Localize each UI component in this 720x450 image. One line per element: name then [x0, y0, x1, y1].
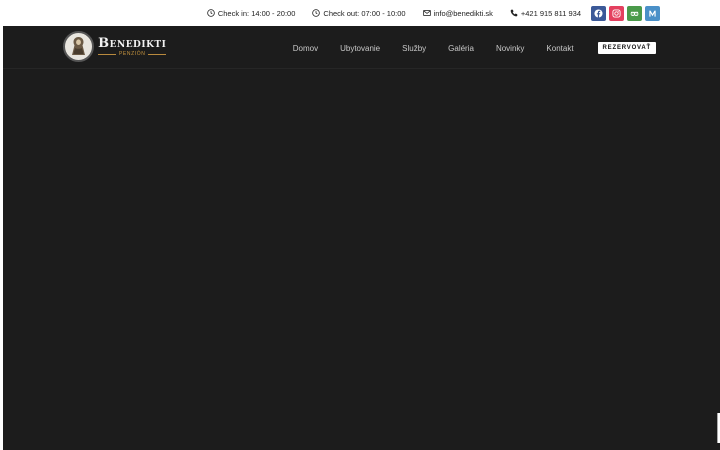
reserve-button[interactable]: REZERVOVAŤ [597, 42, 656, 54]
monk-emblem-icon [63, 31, 94, 62]
instagram-icon [612, 8, 621, 18]
email-text: info@benedikti.sk [433, 8, 493, 18]
checkin-text: Check in: 14:00 - 20:00 [217, 8, 296, 18]
main-navbar: Benedikti PENZIÓN Domov Ubytovanie Služb… [3, 26, 720, 69]
divider [148, 53, 167, 55]
logo-subtitle: PENZIÓN [98, 51, 167, 57]
phone-link[interactable]: +421 915 811 934 [510, 9, 581, 18]
envelope-icon [422, 10, 431, 16]
email-link[interactable]: info@benedikti.sk [422, 8, 493, 18]
phone-text: +421 915 811 934 [520, 8, 581, 18]
instagram-button[interactable] [609, 5, 624, 21]
clock-icon [312, 9, 321, 17]
m-button[interactable] [645, 5, 660, 21]
nav-item-ubytovanie[interactable]: Ubytovanie [340, 44, 380, 53]
top-info-bar: Check in: 14:00 - 20:00 Check out: 07:00… [0, 0, 720, 26]
nav-item-galeria[interactable]: Galéria [448, 44, 474, 53]
clock-icon [207, 9, 215, 17]
social-links [588, 5, 660, 21]
checkin-info: Check in: 14:00 - 20:00 [207, 8, 296, 18]
checkout-info: Check out: 07:00 - 10:00 [312, 8, 406, 18]
divider [98, 53, 116, 55]
facebook-button[interactable] [591, 5, 606, 21]
nav-item-sluzby[interactable]: Služby [402, 44, 426, 53]
tripadvisor-button[interactable] [627, 5, 642, 21]
phone-icon [510, 9, 518, 17]
logo-sub-text: PENZIÓN [119, 51, 146, 57]
m-icon [649, 10, 656, 17]
nav-item-domov[interactable]: Domov [293, 44, 318, 53]
facebook-icon [594, 8, 603, 18]
tripadvisor-icon [630, 11, 639, 16]
logo-name: Benedikti [98, 36, 167, 51]
logo-wordmark: Benedikti PENZIÓN [98, 36, 167, 57]
nav-item-novinky[interactable]: Novinky [496, 44, 524, 53]
nav-item-kontakt[interactable]: Kontakt [546, 44, 573, 53]
site-logo[interactable]: Benedikti PENZIÓN [63, 31, 167, 62]
hero-section [3, 26, 720, 450]
checkout-text: Check out: 07:00 - 10:00 [323, 8, 406, 18]
main-menu: Domov Ubytovanie Služby Galéria Novinky … [293, 42, 656, 54]
